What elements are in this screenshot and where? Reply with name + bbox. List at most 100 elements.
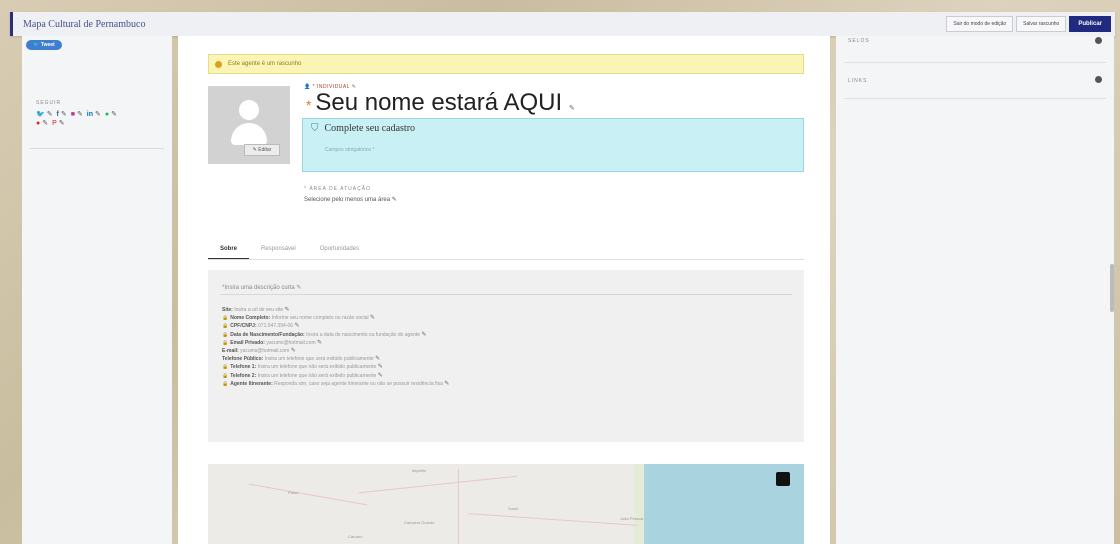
site-brand[interactable]: Mapa Cultural de Pernambuco: [23, 19, 145, 30]
area-selector[interactable]: Selecione pelo menos uma área ✎: [304, 196, 397, 203]
required-marker: *: [306, 97, 316, 113]
edit-icon[interactable]: ✎: [392, 197, 397, 203]
edit-icon[interactable]: ✎: [59, 120, 65, 127]
edit-icon[interactable]: ✎: [95, 111, 101, 118]
add-link-icon[interactable]: [1095, 76, 1102, 83]
edit-icon[interactable]: ✎: [294, 323, 299, 329]
edit-icon[interactable]: ✎: [317, 340, 322, 346]
profile-field-row[interactable]: 🔒 CPF/CNPJ: 071.547.394-06 ✎: [222, 322, 449, 330]
add-selo-icon[interactable]: [1095, 37, 1102, 44]
short-description[interactable]: *Insira uma descrição curta ✎: [222, 284, 301, 291]
edit-icon[interactable]: ✎: [77, 111, 83, 118]
field-key: Agente Itinerante:: [230, 380, 273, 387]
profile-field-row[interactable]: 🔒 Telefone 1: Insira um telefone que não …: [222, 363, 449, 371]
lock-icon: 🔒: [222, 339, 229, 346]
linkedin-icon[interactable]: in: [87, 111, 93, 118]
field-key: Site:: [222, 307, 233, 313]
edit-icon[interactable]: ✎: [375, 356, 380, 362]
avatar: ✎ Editar: [208, 86, 290, 164]
avatar-head-shape: [239, 100, 259, 120]
divider: [220, 294, 792, 295]
field-key: Telefone Público:: [222, 356, 264, 363]
field-key: Telefone 1:: [230, 364, 257, 371]
field-value: 071.547.394-06: [258, 323, 294, 330]
shield-icon: ⛉: [311, 123, 319, 134]
tab-oportunidades[interactable]: Oportunidades: [308, 242, 371, 260]
profile-field-row[interactable]: Site: Insira a url de seu site ✎: [222, 306, 449, 314]
edit-icon[interactable]: ✎: [569, 105, 575, 112]
field-key: E-mail:: [222, 348, 239, 355]
map-border: [358, 475, 518, 494]
edit-icon[interactable]: ✎: [296, 285, 301, 291]
short-description-text: *Insira uma descrição curta: [222, 285, 295, 291]
edit-icon[interactable]: ✎: [61, 111, 67, 118]
spotify-icon[interactable]: ●: [105, 111, 109, 118]
tab-sobre[interactable]: Sobre: [208, 242, 250, 260]
profile-field-row[interactable]: 🔒 Telefone 2: Insira um telefone que não …: [222, 372, 449, 380]
agent-name[interactable]: * Seu nome estará AQUI ✎: [306, 89, 575, 117]
edit-icon[interactable]: ✎: [285, 307, 290, 313]
scrollbar[interactable]: [1110, 264, 1114, 312]
profile-fields: Site: Insira a url de seu site ✎ 🔒 Nome Co…: [222, 306, 449, 388]
facebook-icon[interactable]: f: [57, 111, 59, 118]
field-value: Informe seu nome completo ou razão socia…: [271, 315, 369, 322]
edit-icon[interactable]: ✎: [444, 381, 449, 387]
twitter-icon[interactable]: 🐦: [36, 111, 45, 118]
avatar-body-shape: [231, 123, 267, 145]
complete-profile-title: ⛉ Complete seu cadastro: [311, 123, 415, 134]
edit-icon[interactable]: ✎: [291, 348, 296, 354]
lock-icon: 🔒: [222, 315, 229, 322]
map-label: Patos: [288, 490, 299, 495]
lock-icon: 🔒: [222, 323, 229, 330]
instagram-icon[interactable]: ■: [71, 111, 75, 118]
map-border: [458, 469, 459, 544]
field-key: Data de Nascimento/Fundação:: [230, 331, 305, 338]
publish-button[interactable]: Publicar: [1069, 16, 1111, 32]
tweet-button[interactable]: 🐦 Tweet: [26, 40, 62, 50]
profile-field-row[interactable]: 🔒 Email Privado: yacums@hotmail.com ✎: [222, 339, 449, 347]
edit-avatar-button[interactable]: ✎ Editar: [244, 144, 280, 156]
save-draft-button[interactable]: Salvar rascunho: [1016, 16, 1067, 32]
map-label: João Pessoa: [620, 516, 644, 521]
youtube-icon[interactable]: ●: [36, 120, 40, 127]
field-value: Insira a data de nascimento ou fundação …: [306, 331, 421, 338]
edit-icon[interactable]: ✎: [111, 111, 117, 118]
divider: [844, 98, 1106, 99]
edit-icon[interactable]: ✎: [421, 332, 426, 338]
area-label: * ÁREA DE ATUAÇÃO: [304, 186, 371, 192]
edit-icon[interactable]: ✎: [370, 315, 375, 321]
profile-field-row[interactable]: 🔒 Data de Nascimento/Fundação: Insira a d…: [222, 331, 449, 339]
draft-notice-text: Este agente é um rascunho: [228, 61, 302, 67]
toolbar-actions: Sair do modo de edição Salvar rascunho P…: [946, 16, 1111, 32]
profile-field-row[interactable]: 🔒 Nome Completo: Informe seu nome complet…: [222, 314, 449, 322]
edit-icon[interactable]: ✎: [47, 111, 53, 118]
map-label: Campina Grande: [404, 520, 435, 525]
location-map[interactable]: Itapetim Patos Campina Grande João Pesso…: [208, 464, 804, 544]
field-value: yacums@hotmail.com: [266, 339, 316, 346]
field-value: Insira um telefone que não será exibido …: [257, 372, 377, 379]
map-border: [248, 483, 368, 506]
selos-label: SELOS: [848, 38, 870, 44]
profile-field-row[interactable]: E-mail: yacums@hotmail.com ✎: [222, 347, 449, 355]
required-fields-hint: Campos obrigatórios *: [325, 147, 375, 153]
exit-edit-mode-button[interactable]: Sair do modo de edição: [946, 16, 1014, 32]
map-label: Itapetim: [412, 468, 427, 473]
field-key: Email Privado:: [230, 339, 265, 346]
tab-responsavel[interactable]: Responsável: [249, 242, 308, 260]
about-panel: *Insira uma descrição curta ✎ Site: Insi…: [208, 270, 804, 442]
divider: [30, 148, 164, 149]
links-label: LINKS: [848, 78, 868, 84]
edit-icon[interactable]: ✎: [42, 120, 48, 127]
profile-field-row[interactable]: 🔒 Agente Itinerante: Responda sim, caso s…: [222, 380, 449, 388]
edit-icon[interactable]: ✎: [378, 364, 383, 370]
agent-name-text: Seu nome estará AQUI: [315, 89, 563, 116]
area-value-text: Selecione pelo menos uma área: [304, 197, 391, 203]
pinterest-icon[interactable]: P: [52, 120, 57, 127]
draft-notice: Este agente é um rascunho: [208, 54, 804, 74]
twitter-bird-icon: 🐦: [33, 42, 41, 48]
warning-icon: [215, 60, 222, 68]
field-value: Insira um telefone que será exibido publ…: [264, 356, 374, 363]
profile-field-row[interactable]: Telefone Público: Insira um telefone que…: [222, 355, 449, 363]
edit-icon[interactable]: ✎: [378, 373, 383, 379]
map-fullscreen-button[interactable]: [776, 472, 790, 486]
